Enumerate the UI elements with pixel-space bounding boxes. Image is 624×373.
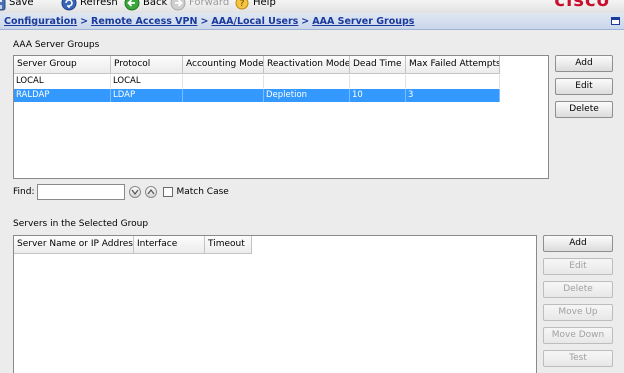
toolbar-back[interactable]: Back <box>124 0 167 11</box>
maximize-icon[interactable] <box>611 17 620 25</box>
find-label: Find: <box>13 186 35 197</box>
table-cell: LOCAL <box>14 75 111 88</box>
server-groups-table[interactable]: Server Group Protocol Accounting Mode Re… <box>13 55 549 179</box>
servers-table[interactable]: Server Name or IP Address Interface Time… <box>13 235 537 373</box>
toolbar-help-label: Help <box>253 0 276 8</box>
svg-text:?: ? <box>240 0 245 9</box>
breadcrumb-separator: > <box>80 16 89 27</box>
server-group-edit-button[interactable]: Edit <box>555 78 613 95</box>
table-cell: LDAP <box>111 89 183 102</box>
server-move-down-button[interactable]: Move Down <box>543 327 613 344</box>
server-group-delete-button[interactable]: Delete <box>555 101 613 118</box>
server-test-button[interactable]: Test <box>543 350 613 367</box>
server-groups-table-header: Server Group Protocol Accounting Mode Re… <box>14 56 500 74</box>
column-header-reactivation-mode[interactable]: Reactivation Mode <box>264 56 350 74</box>
find-input[interactable] <box>37 183 126 200</box>
arrow-down-icon <box>132 189 139 195</box>
column-header-accounting-mode[interactable]: Accounting Mode <box>183 56 264 74</box>
column-header-interface[interactable]: Interface <box>134 236 205 254</box>
server-move-up-button[interactable]: Move Up <box>543 304 613 321</box>
cisco-logo: cisco <box>554 0 610 11</box>
server-group-add-button[interactable]: Add <box>555 55 613 72</box>
toolbar-save-label: Save <box>9 0 34 8</box>
table-row-selected[interactable]: RALDAP LDAP Depletion 10 3 <box>14 89 500 102</box>
server-groups-title: AAA Server Groups <box>13 40 100 50</box>
arrow-up-icon <box>148 188 155 194</box>
match-case-label: Match Case <box>176 186 229 197</box>
toolbar-save[interactable]: Save <box>0 0 34 11</box>
table-cell: Depletion <box>264 89 350 102</box>
column-header-server-group[interactable]: Server Group <box>14 56 111 74</box>
column-header-server-name[interactable]: Server Name or IP Address <box>14 236 134 254</box>
table-cell: 3 <box>406 89 500 102</box>
table-cell <box>183 89 264 102</box>
find-previous-button[interactable] <box>145 185 158 198</box>
servers-title: Servers in the Selected Group <box>13 219 149 229</box>
back-icon <box>124 0 140 11</box>
breadcrumb-aaa-server-groups[interactable]: AAA Server Groups <box>312 16 414 27</box>
server-delete-button[interactable]: Delete <box>543 281 613 298</box>
table-cell <box>406 75 500 88</box>
toolbar-help[interactable]: ? Help <box>234 0 276 11</box>
table-cell <box>350 75 406 88</box>
toolbar-forward[interactable]: Forward <box>170 0 229 11</box>
servers-table-header: Server Name or IP Address Interface Time… <box>14 236 252 254</box>
table-cell: LOCAL <box>111 75 183 88</box>
toolbar-refresh-label: Refresh <box>80 0 118 8</box>
breadcrumb-separator: > <box>301 16 310 27</box>
server-edit-button[interactable]: Edit <box>543 258 613 275</box>
column-header-protocol[interactable]: Protocol <box>111 56 183 74</box>
save-icon <box>0 0 6 11</box>
toolbar-forward-label: Forward <box>189 0 230 8</box>
column-header-max-failed-attempts[interactable]: Max Failed Attempts <box>406 56 500 74</box>
refresh-icon <box>61 0 77 11</box>
breadcrumb: Configuration > Remote Access VPN > AAA/… <box>4 16 414 27</box>
table-cell <box>183 75 264 88</box>
breadcrumb-configuration[interactable]: Configuration <box>4 16 77 27</box>
table-cell <box>264 75 350 88</box>
server-add-button[interactable]: Add <box>543 235 613 252</box>
toolbar-back-label: Back <box>143 0 168 8</box>
table-cell: 10 <box>350 89 406 102</box>
help-icon: ? <box>234 0 250 11</box>
breadcrumb-separator: > <box>200 16 209 27</box>
breadcrumb-remote-access-vpn[interactable]: Remote Access VPN <box>91 16 197 27</box>
breadcrumb-aaa-local-users[interactable]: AAA/Local Users <box>211 16 298 27</box>
toolbar: Save Refresh Back Forward ? Help cisco <box>0 0 624 13</box>
toolbar-refresh[interactable]: Refresh <box>61 0 118 11</box>
find-bar: Find: Match Case <box>13 183 229 200</box>
table-cell: RALDAP <box>14 89 111 102</box>
find-next-button[interactable] <box>129 185 142 198</box>
match-case-checkbox[interactable] <box>163 186 174 197</box>
forward-icon <box>170 0 186 11</box>
table-row[interactable]: LOCAL LOCAL <box>14 75 500 88</box>
column-header-dead-time[interactable]: Dead Time <box>350 56 406 74</box>
breadcrumb-bar: Configuration > Remote Access VPN > AAA/… <box>0 13 624 30</box>
column-header-timeout[interactable]: Timeout <box>205 236 252 254</box>
